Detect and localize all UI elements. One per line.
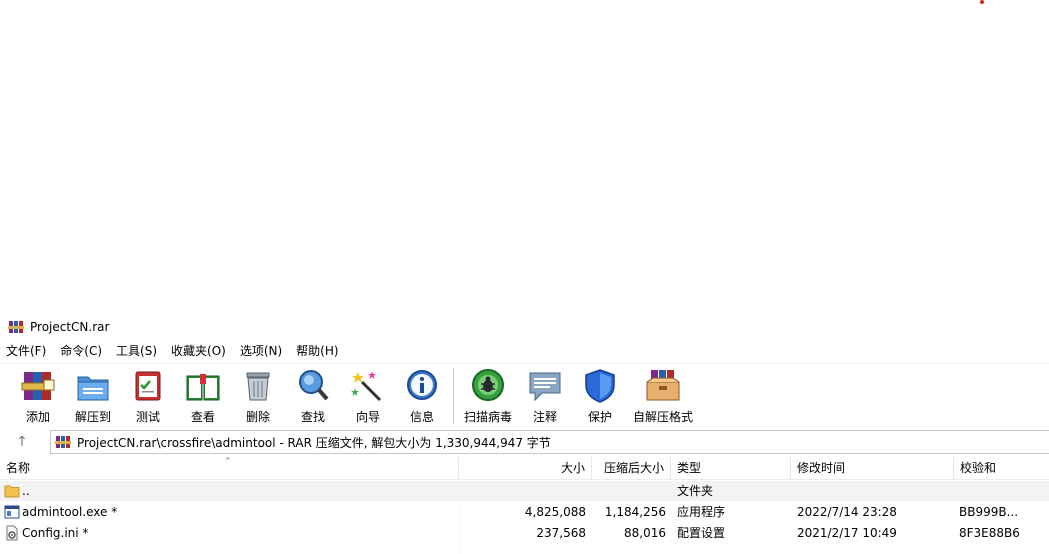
column-header-type[interactable]: 类型 bbox=[671, 457, 791, 479]
comment-button[interactable]: 注释 bbox=[525, 366, 565, 426]
protect-label: 保护 bbox=[587, 410, 612, 424]
shield-icon bbox=[585, 369, 615, 403]
file-name: admintool.exe * bbox=[22, 505, 118, 519]
info-icon bbox=[407, 370, 437, 400]
title-bar: ProjectCN.rar bbox=[0, 313, 1049, 341]
toolbar: 添加 解压到 测试 查看 删除 查找 向导 信息 扫描病毒 注释 保护 自解压格… bbox=[0, 363, 1049, 428]
winrar-archive-icon bbox=[55, 436, 71, 448]
list-header: 名称 ⌃ 大小 压缩后大小 类型 修改时间 校验和 bbox=[0, 457, 1049, 480]
menu-file[interactable]: 文件(F) bbox=[0, 341, 53, 361]
info-label: 信息 bbox=[409, 410, 434, 424]
wizard-label: 向导 bbox=[355, 410, 380, 424]
file-type: 应用程序 bbox=[677, 505, 726, 519]
wizard-button[interactable]: 向导 bbox=[348, 366, 388, 426]
view-label: 查看 bbox=[190, 410, 215, 424]
view-book-icon bbox=[186, 374, 220, 401]
file-size: 237,568 bbox=[536, 526, 586, 540]
add-archive-icon bbox=[21, 372, 55, 400]
path-bar[interactable]: ProjectCN.rar\crossfire\admintool - RAR … bbox=[50, 430, 1049, 454]
sort-caret-icon: ⌃ bbox=[224, 457, 232, 467]
trash-icon bbox=[246, 372, 270, 401]
column-header-packed[interactable]: 压缩后大小 bbox=[592, 457, 671, 479]
file-type: 配置设置 bbox=[677, 526, 726, 540]
magnifier-icon bbox=[299, 370, 329, 401]
folder-icon bbox=[4, 485, 20, 498]
column-name-label: 名称 bbox=[6, 461, 31, 475]
file-modified: 2022/7/14 23:28 bbox=[797, 505, 897, 519]
column-header-size[interactable]: 大小 bbox=[459, 457, 592, 479]
ini-file-icon bbox=[6, 525, 18, 541]
menu-bar: 文件(F) 命令(C) 工具(S) 收藏夹(O) 选项(N) 帮助(H) bbox=[0, 341, 346, 361]
list-item[interactable]: .. 文件夹 bbox=[0, 481, 1049, 501]
file-packed-size: 1,184,256 bbox=[604, 505, 666, 519]
comment-label: 注释 bbox=[532, 410, 557, 424]
comment-icon bbox=[529, 372, 561, 402]
info-button[interactable]: 信息 bbox=[402, 366, 442, 426]
test-label: 测试 bbox=[135, 410, 160, 424]
file-name: .. bbox=[22, 484, 30, 498]
view-button[interactable]: 查看 bbox=[182, 366, 224, 426]
sfx-box-icon bbox=[646, 370, 680, 401]
up-arrow-icon[interactable]: ↑ bbox=[12, 432, 32, 452]
virus-scan-icon bbox=[472, 369, 504, 401]
column-header-modified[interactable]: 修改时间 bbox=[791, 457, 954, 479]
list-item[interactable]: Config.ini * 237,568 88,016 配置设置 2021/2/… bbox=[0, 523, 1049, 543]
file-modified: 2021/2/17 10:49 bbox=[797, 526, 897, 540]
menu-commands[interactable]: 命令(C) bbox=[53, 341, 109, 361]
exe-file-icon bbox=[4, 505, 20, 519]
path-text: ProjectCN.rar\crossfire\admintool - RAR … bbox=[77, 435, 551, 450]
column-header-name[interactable]: 名称 ⌃ bbox=[0, 457, 459, 479]
virus-scan-label: 扫描病毒 bbox=[463, 410, 512, 424]
toolbar-separator bbox=[453, 368, 454, 424]
file-name: Config.ini * bbox=[22, 526, 89, 540]
test-clipboard-icon bbox=[135, 371, 161, 401]
add-button[interactable]: 添加 bbox=[18, 366, 58, 426]
find-label: 查找 bbox=[300, 410, 325, 424]
virus-scan-button[interactable]: 扫描病毒 bbox=[462, 366, 514, 426]
delete-button[interactable]: 删除 bbox=[238, 366, 278, 426]
file-type: 文件夹 bbox=[677, 484, 714, 498]
extract-to-label: 解压到 bbox=[74, 410, 111, 424]
delete-label: 删除 bbox=[245, 410, 270, 424]
address-row: ↑ ProjectCN.rar\crossfire\admintool - RA… bbox=[0, 429, 1049, 455]
extract-to-button[interactable]: 解压到 bbox=[72, 366, 114, 426]
extract-folder-icon bbox=[77, 376, 109, 401]
winrar-window: ProjectCN.rar 文件(F) 命令(C) 工具(S) 收藏夹(O) 选… bbox=[0, 313, 1049, 554]
wizard-wand-icon bbox=[351, 371, 382, 402]
test-button[interactable]: 测试 bbox=[128, 366, 168, 426]
file-crc: BB999B... bbox=[959, 505, 1019, 519]
menu-help[interactable]: 帮助(H) bbox=[289, 341, 345, 361]
protect-button[interactable]: 保护 bbox=[580, 366, 620, 426]
window-title: ProjectCN.rar bbox=[30, 320, 110, 334]
file-crc: 8F3E88B6 bbox=[959, 526, 1020, 540]
file-list: 名称 ⌃ 大小 压缩后大小 类型 修改时间 校验和 .. 文件夹 adminto… bbox=[0, 457, 1049, 554]
menu-options[interactable]: 选项(N) bbox=[233, 341, 289, 361]
list-item[interactable]: admintool.exe * 4,825,088 1,184,256 应用程序… bbox=[0, 502, 1049, 522]
file-packed-size: 88,016 bbox=[624, 526, 666, 540]
add-label: 添加 bbox=[25, 410, 50, 424]
menu-favorites[interactable]: 收藏夹(O) bbox=[164, 341, 233, 361]
file-size: 4,825,088 bbox=[524, 505, 586, 519]
sfx-label: 自解压格式 bbox=[632, 410, 693, 424]
red-dot-marker bbox=[980, 0, 984, 4]
winrar-app-icon bbox=[8, 321, 24, 333]
menu-tools[interactable]: 工具(S) bbox=[109, 341, 164, 361]
find-button[interactable]: 查找 bbox=[293, 366, 333, 426]
column-header-crc[interactable]: 校验和 bbox=[954, 457, 1049, 479]
sfx-button[interactable]: 自解压格式 bbox=[632, 366, 694, 426]
